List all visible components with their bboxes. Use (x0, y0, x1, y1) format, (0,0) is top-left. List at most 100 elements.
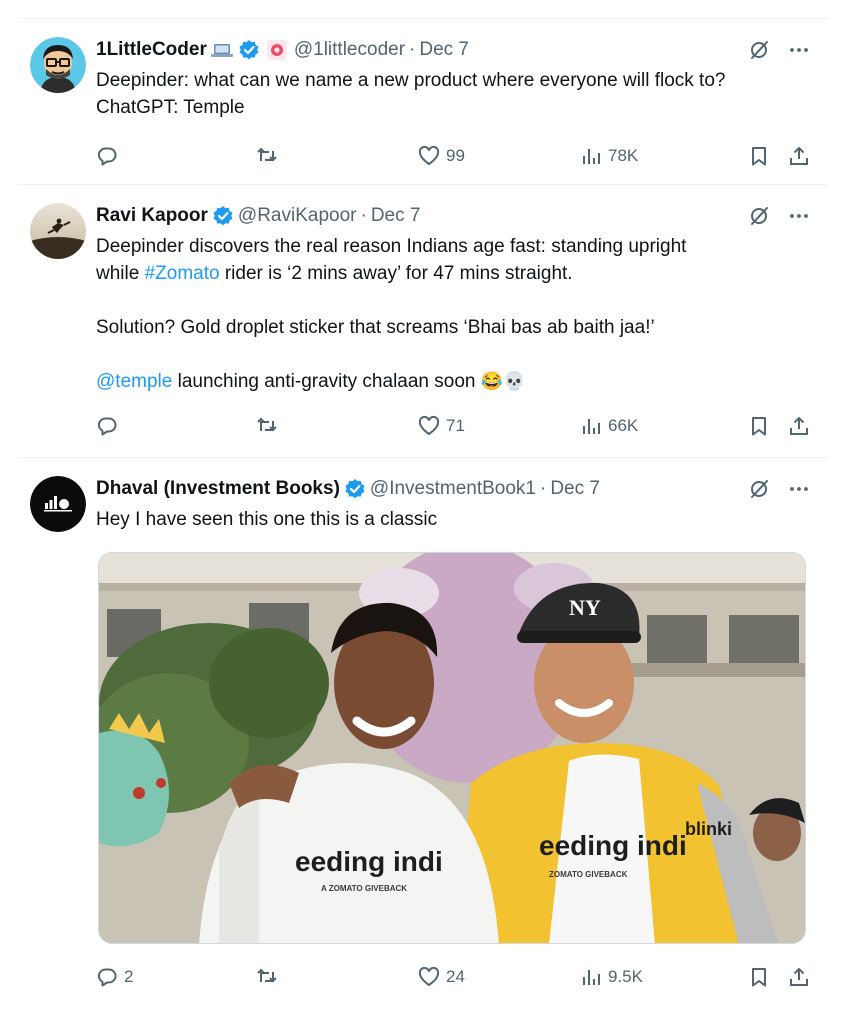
retweet-button[interactable] (256, 966, 278, 988)
shirt-text: eeding indi (295, 846, 443, 877)
shirt-subtext: ZOMATO GIVEBACK (549, 870, 628, 879)
retweet-icon (257, 968, 277, 983)
like-count: 99 (446, 146, 465, 165)
share-icon (790, 147, 808, 165)
bookmark-icon (752, 147, 766, 166)
tweet-header: Ravi Kapoor @RaviKapoor · Dec 7 (96, 203, 810, 229)
view-count: 78K (608, 146, 639, 165)
views-icon (583, 419, 600, 434)
tweet-text-line: Solution? Gold droplet sticker that scre… (96, 317, 655, 338)
author-name[interactable]: Dhaval (Investment Books) (96, 478, 340, 500)
share-icon (790, 417, 808, 435)
tweet-text-line: Deepinder: what can we name a new produc… (96, 70, 726, 91)
views-button[interactable]: 66K (580, 415, 638, 437)
views-button[interactable]: 78K (580, 145, 638, 167)
tweet-actions: 2 24 9.5K (96, 964, 810, 990)
text-segment: while (96, 263, 145, 284)
retweet-button[interactable] (256, 415, 278, 437)
tweet-date[interactable]: Dec 7 (550, 478, 600, 500)
like-button[interactable]: 99 (418, 145, 465, 167)
author-name[interactable]: Ravi Kapoor (96, 205, 208, 227)
more-icon[interactable] (788, 39, 810, 61)
verified-icon (212, 205, 234, 227)
author-handle[interactable]: @RaviKapoor (238, 205, 357, 227)
tweet-date[interactable]: Dec 7 (419, 39, 469, 61)
grok-icon[interactable] (748, 39, 770, 61)
reply-icon (97, 147, 117, 166)
bookmark-button[interactable] (748, 145, 770, 167)
tweet-text: Hey I have seen this one this is a class… (96, 506, 810, 533)
views-icon (583, 149, 600, 164)
like-icon (418, 966, 440, 987)
more-icon[interactable] (788, 478, 810, 500)
reply-button[interactable] (96, 145, 124, 167)
reply-button[interactable] (96, 415, 124, 437)
tweet-header: Dhaval (Investment Books) @InvestmentBoo… (96, 476, 810, 502)
verified-icon (344, 478, 366, 500)
separator-dot: · (540, 478, 547, 499)
reply-icon (97, 417, 117, 436)
reply-button[interactable]: 2 (96, 966, 133, 988)
tweet[interactable]: 1LittleCoder @1littlecoder · Dec 7 Deepi… (18, 18, 828, 184)
tweet-text-line: Hey I have seen this one this is a class… (96, 509, 438, 530)
emoji-laugh-skull: 😂💀 (480, 371, 526, 391)
author-handle[interactable]: @InvestmentBook1 (370, 478, 536, 500)
mention-link[interactable]: @temple (96, 371, 172, 392)
more-icon[interactable] (788, 205, 810, 227)
author-name[interactable]: 1LittleCoder (96, 39, 207, 61)
tweet-date[interactable]: Dec 7 (371, 205, 421, 227)
jacket-text: blinki (685, 819, 732, 839)
timeline-feed: 1LittleCoder @1littlecoder · Dec 7 Deepi… (18, 0, 828, 1024)
author-handle[interactable]: @1littlecoder (294, 39, 405, 61)
views-button[interactable]: 9.5K (580, 966, 643, 988)
reply-icon (97, 968, 117, 987)
view-count: 9.5K (608, 967, 643, 986)
separator-dot: · (409, 39, 416, 60)
like-button[interactable]: 71 (418, 415, 465, 437)
grok-icon[interactable] (748, 478, 770, 500)
shirt-text: eeding indi (539, 830, 687, 861)
shirt-subtext: A ZOMATO GIVEBACK (321, 884, 407, 893)
laptop-icon (210, 40, 234, 60)
tweet-photo[interactable]: NY eeding indi A ZOMATO GIVEBACK eeding … (98, 552, 806, 944)
tweet[interactable]: Ravi Kapoor @RaviKapoor · Dec 7 Deepinde… (18, 184, 828, 457)
share-button[interactable] (788, 415, 810, 437)
bookmark-icon (752, 417, 766, 436)
share-icon (790, 968, 808, 986)
tweet-text: Deepinder: what can we name a new produc… (96, 67, 810, 121)
avatar[interactable] (30, 37, 86, 93)
pink-badge-icon (266, 39, 288, 61)
tweet-header: 1LittleCoder @1littlecoder · Dec 7 (96, 37, 810, 63)
tweet[interactable]: Dhaval (Investment Books) @InvestmentBoo… (18, 457, 828, 1024)
retweet-icon (257, 147, 277, 162)
avatar[interactable] (30, 476, 86, 532)
view-count: 66K (608, 416, 639, 435)
text-segment: rider is ‘2 mins away’ for 47 mins strai… (219, 263, 573, 284)
retweet-icon (257, 417, 277, 432)
tweet-text-line: Deepinder discovers the real reason Indi… (96, 236, 687, 257)
cap-logo: NY (569, 595, 601, 620)
tweet-text-line: ChatGPT: Temple (96, 97, 245, 118)
separator-dot: · (360, 205, 367, 226)
bookmark-button[interactable] (748, 415, 770, 437)
like-count: 24 (446, 967, 465, 986)
avatar[interactable] (30, 203, 86, 259)
like-icon (418, 145, 440, 166)
tweet-text-line: @temple launching anti-gravity chalaan s… (96, 368, 810, 395)
share-button[interactable] (788, 966, 810, 988)
like-button[interactable]: 24 (418, 966, 465, 988)
grok-icon[interactable] (748, 205, 770, 227)
like-count: 71 (446, 416, 465, 435)
retweet-button[interactable] (256, 145, 278, 167)
verified-icon (238, 39, 260, 61)
tweet-text: Deepinder discovers the real reason Indi… (96, 233, 810, 395)
like-icon (418, 415, 440, 436)
reply-count: 2 (124, 967, 134, 986)
bookmark-icon (752, 968, 766, 987)
hashtag-link[interactable]: #Zomato (145, 263, 220, 284)
tweet-actions: 71 66K (96, 413, 810, 439)
text-segment: launching anti-gravity chalaan soon (172, 371, 481, 392)
views-icon (583, 970, 600, 985)
bookmark-button[interactable] (748, 966, 770, 988)
share-button[interactable] (788, 145, 810, 167)
